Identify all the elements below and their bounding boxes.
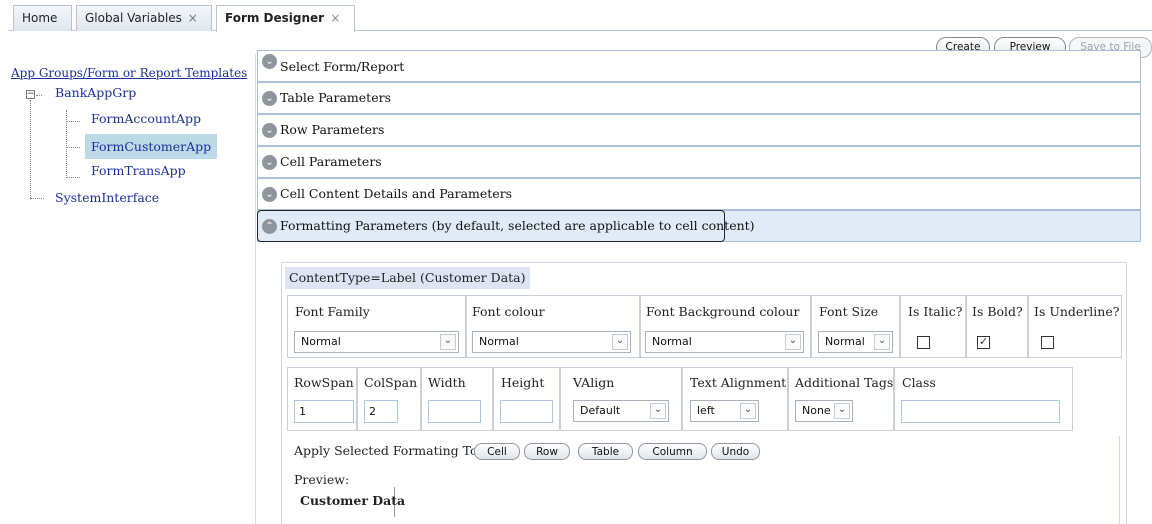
chevron-down-icon: ⌄ — [262, 123, 277, 138]
accordion-label: Row Parameters — [280, 122, 385, 137]
chevron-down-icon: ⌄ — [440, 334, 456, 350]
is-bold-label: Is Bold? — [972, 304, 1023, 319]
text-alignment-select[interactable]: left ⌄ — [690, 400, 759, 422]
chevron-down-icon: ⌄ — [740, 403, 756, 419]
font-size-value: Normal — [825, 335, 865, 348]
font-family-select[interactable]: Normal ⌄ — [294, 331, 459, 353]
height-label: Height — [501, 375, 545, 390]
apply-table-button[interactable]: Table — [578, 443, 633, 460]
font-colour-select[interactable]: Normal ⌄ — [472, 331, 631, 353]
chevron-down-icon: ⌄ — [650, 403, 666, 419]
tree-connector — [66, 177, 80, 178]
preview-label: Preview: — [294, 472, 350, 487]
tab-form-designer-label: Form Designer — [225, 11, 325, 25]
valign-select[interactable]: Default ⌄ — [573, 400, 669, 422]
width-input[interactable] — [428, 400, 481, 423]
is-underline-label: Is Underline? — [1034, 304, 1120, 319]
font-colour-label: Font colour — [472, 304, 545, 319]
additional-tags-select[interactable]: None ⌄ — [795, 400, 853, 422]
accordion-label: Select Form/Report — [280, 59, 405, 74]
chevron-down-icon: ⌄ — [785, 334, 801, 350]
font-bg-colour-label: Font Background colour — [646, 304, 800, 319]
chevron-down-icon: ⌄ — [262, 91, 277, 106]
tree-connector — [36, 95, 42, 96]
font-bg-colour-select[interactable]: Normal ⌄ — [645, 331, 804, 353]
rowspan-label: RowSpan — [294, 375, 354, 390]
tab-home-label: Home — [22, 11, 58, 25]
is-italic-label: Is Italic? — [908, 304, 963, 319]
colspan-input[interactable]: 2 — [364, 400, 398, 423]
additional-tags-value: None — [802, 404, 831, 417]
is-bold-checkbox[interactable]: ✓ — [977, 336, 990, 349]
height-input[interactable] — [500, 400, 553, 423]
preview-text: Customer Data — [300, 493, 406, 508]
class-input[interactable] — [901, 400, 1060, 423]
accordion-label: Formatting Parameters (by default, selec… — [280, 218, 755, 233]
tree-node-bankappgrp[interactable]: BankAppGrp — [55, 85, 136, 100]
tab-home[interactable]: Home — [13, 5, 72, 31]
tree-node-formtransapp[interactable]: FormTransApp — [91, 163, 186, 178]
tree-node-formcustomerapp[interactable]: FormCustomerApp — [85, 134, 218, 159]
accordion-cell-parameters[interactable]: ⌄ Cell Parameters — [257, 146, 1141, 178]
chevron-down-icon: ⌄ — [262, 187, 277, 202]
accordion-formatting-parameters[interactable]: ⌃ Formatting Parameters (by default, sel… — [257, 210, 1141, 242]
chevron-down-icon: ⌄ — [262, 155, 277, 170]
content-type-label: ContentType=Label (Customer Data) — [285, 267, 530, 289]
text-alignment-label: Text Alignment — [690, 375, 787, 390]
accordion-label: Cell Parameters — [280, 154, 382, 169]
apply-column-button[interactable]: Column — [638, 443, 707, 460]
pane-divider — [255, 54, 256, 524]
apply-formatting-label: Apply Selected Formating To: — [294, 443, 482, 458]
accordion-cell-content-details[interactable]: ⌄ Cell Content Details and Parameters — [257, 178, 1141, 210]
apply-row-button[interactable]: Row — [524, 443, 570, 460]
class-label: Class — [902, 375, 936, 390]
preview-box: Customer Data — [294, 487, 405, 517]
tree-connector — [66, 121, 80, 122]
apply-cell-button[interactable]: Cell — [474, 443, 520, 460]
valign-value: Default — [580, 404, 621, 417]
additional-tags-label: Additional Tags — [795, 375, 894, 390]
width-label: Width — [428, 375, 466, 390]
accordion-label: Cell Content Details and Parameters — [280, 186, 513, 201]
accordion-select-form-report[interactable]: ⌄ Select Form/Report — [257, 50, 1141, 82]
close-icon[interactable]: × — [330, 11, 340, 25]
chevron-down-icon: ⌄ — [834, 403, 850, 419]
collapse-icon[interactable]: − — [26, 90, 35, 99]
text-alignment-value: left — [697, 404, 715, 417]
font-size-select[interactable]: Normal ⌄ — [818, 331, 893, 353]
chevron-down-icon: ⌄ — [874, 334, 890, 350]
tree-node-systeminterface[interactable]: SystemInterface — [55, 190, 159, 205]
tree-connector — [30, 100, 31, 198]
font-family-label: Font Family — [295, 304, 370, 319]
is-italic-checkbox[interactable] — [917, 336, 930, 349]
font-size-label: Font Size — [819, 304, 879, 319]
tree-connector — [66, 147, 80, 148]
valign-label: VAlign — [573, 375, 615, 390]
chevron-down-icon: ⌄ — [612, 334, 628, 350]
tree-title-link[interactable]: App Groups/Form or Report Templates — [11, 66, 247, 80]
accordion-table-parameters[interactable]: ⌄ Table Parameters — [257, 82, 1141, 114]
undo-button[interactable]: Undo — [711, 443, 760, 460]
accordion-row-parameters[interactable]: ⌄ Row Parameters — [257, 114, 1141, 146]
font-colour-value: Normal — [479, 335, 519, 348]
chevron-down-icon: ⌄ — [262, 54, 277, 69]
is-underline-checkbox[interactable] — [1041, 336, 1054, 349]
tree-node-formaccountapp[interactable]: FormAccountApp — [91, 111, 201, 126]
accordion-label: Table Parameters — [280, 90, 391, 105]
chevron-up-icon: ⌃ — [262, 219, 277, 234]
close-icon[interactable]: × — [188, 11, 198, 25]
tab-global-variables-label: Global Variables — [85, 11, 182, 25]
tab-form-designer[interactable]: Form Designer × — [216, 5, 355, 32]
tree-connector — [30, 198, 44, 199]
font-family-value: Normal — [301, 335, 341, 348]
tab-global-variables[interactable]: Global Variables × — [76, 5, 212, 31]
colspan-label: ColSpan — [364, 375, 418, 390]
rowspan-input[interactable]: 1 — [294, 400, 354, 423]
font-bg-colour-value: Normal — [652, 335, 692, 348]
